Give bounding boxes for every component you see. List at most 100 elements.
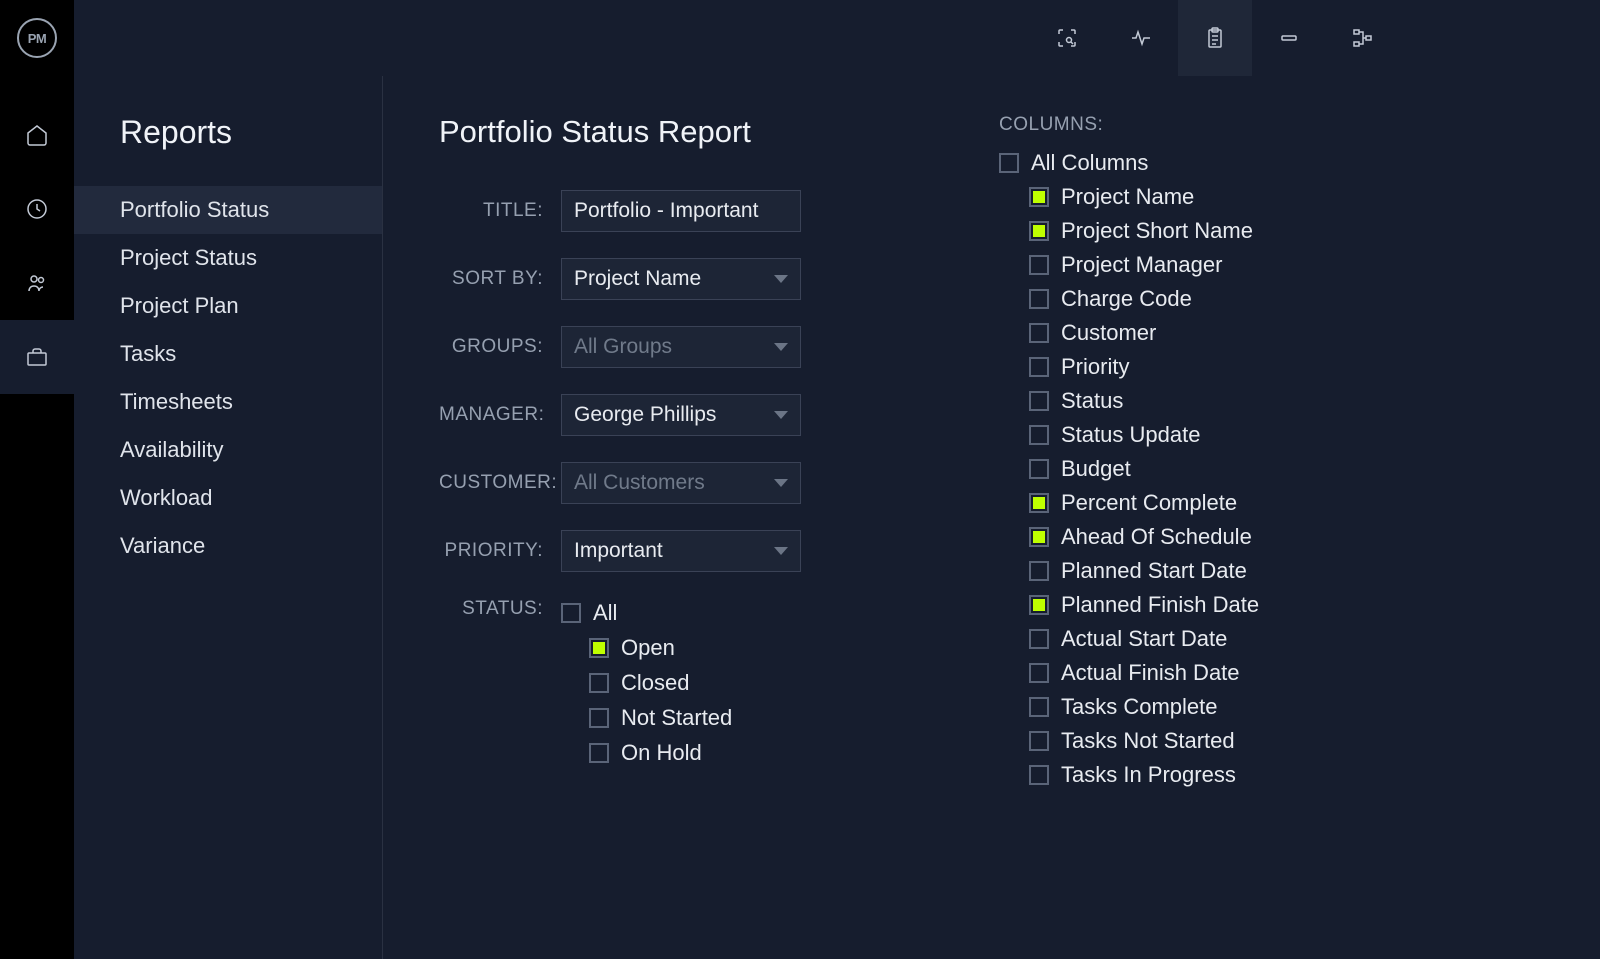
status-option-label: Closed [621,670,689,696]
checkbox[interactable] [589,673,609,693]
column-option[interactable]: Ahead Of Schedule [1029,524,1532,550]
column-option[interactable]: Project Name [1029,184,1532,210]
select-priority[interactable]: Important [561,530,801,572]
row-title: TITLE: [439,190,979,232]
report-item[interactable]: Variance [74,522,382,570]
column-option-label: Percent Complete [1061,490,1237,516]
status-option[interactable]: Open [589,635,732,661]
columns-area: COLUMNS: All Columns Project NameProject… [979,114,1544,921]
column-option[interactable]: Project Manager [1029,252,1532,278]
report-item[interactable]: Availability [74,426,382,474]
column-option[interactable]: Status Update [1029,422,1532,448]
column-option[interactable]: Project Short Name [1029,218,1532,244]
checkbox[interactable] [589,743,609,763]
checkbox[interactable] [1029,493,1049,513]
checkbox[interactable] [1029,391,1049,411]
select-manager-value: George Phillips [574,403,716,427]
report-item[interactable]: Project Status [74,234,382,282]
report-item[interactable]: Project Plan [74,282,382,330]
status-option[interactable]: Not Started [589,705,732,731]
column-option-label: Charge Code [1061,286,1192,312]
checkbox[interactable] [1029,595,1049,615]
checkbox[interactable] [1029,697,1049,717]
column-option-label: Ahead Of Schedule [1061,524,1252,550]
select-groups-value: All Groups [574,335,672,359]
report-item[interactable]: Tasks [74,330,382,378]
column-option-label: Customer [1061,320,1156,346]
column-option[interactable]: Priority [1029,354,1532,380]
checkbox[interactable] [1029,765,1049,785]
checkbox[interactable] [589,708,609,728]
checkbox[interactable] [1029,527,1049,547]
checkbox[interactable] [1029,425,1049,445]
column-option[interactable]: Customer [1029,320,1532,346]
checkbox[interactable] [1029,357,1049,377]
select-customer[interactable]: All Customers [561,462,801,504]
rail-briefcase[interactable] [0,320,74,394]
row-customer: CUSTOMER: All Customers [439,462,979,504]
status-option[interactable]: All [561,600,732,626]
checkbox[interactable] [589,638,609,658]
rail-time[interactable] [0,172,74,246]
column-all[interactable]: All Columns [999,150,1532,176]
select-manager[interactable]: George Phillips [561,394,801,436]
input-title[interactable] [561,190,801,232]
top-minus[interactable] [1252,0,1326,76]
column-option[interactable]: Budget [1029,456,1532,482]
clock-icon [25,197,49,221]
rail-home[interactable] [0,98,74,172]
checkbox[interactable] [1029,289,1049,309]
row-priority: PRIORITY: Important [439,530,979,572]
columns-list[interactable]: All Columns Project Name Project Short Na… [999,150,1544,796]
label-priority: PRIORITY: [439,540,561,562]
status-option[interactable]: On Hold [589,740,732,766]
label-status: STATUS: [439,598,561,620]
column-option[interactable]: Status [1029,388,1532,414]
select-groups[interactable]: All Groups [561,326,801,368]
column-option[interactable]: Actual Start Date [1029,626,1532,652]
top-activity[interactable] [1104,0,1178,76]
report-item[interactable]: Portfolio Status [74,186,382,234]
top-scan[interactable] [1030,0,1104,76]
row-groups: GROUPS: All Groups [439,326,979,368]
column-option[interactable]: Tasks In Progress [1029,762,1532,788]
select-sortby[interactable]: Project Name [561,258,801,300]
checkbox[interactable] [1029,561,1049,581]
report-item[interactable]: Timesheets [74,378,382,426]
checkbox[interactable] [1029,255,1049,275]
checkbox[interactable] [1029,663,1049,683]
users-icon [25,271,49,295]
status-option[interactable]: Closed [589,670,732,696]
checkbox[interactable] [1029,459,1049,479]
checkbox[interactable] [1029,221,1049,241]
scan-icon [1055,26,1079,50]
column-option[interactable]: Planned Finish Date [1029,592,1532,618]
checkbox[interactable] [561,603,581,623]
checkbox[interactable] [999,153,1019,173]
top-clipboard[interactable] [1178,0,1252,76]
column-option[interactable]: Tasks Not Started [1029,728,1532,754]
rail-users[interactable] [0,246,74,320]
column-option[interactable]: Tasks Complete [1029,694,1532,720]
column-option-label: Tasks Complete [1061,694,1218,720]
form-left: Portfolio Status Report TITLE: SORT BY: … [439,114,979,921]
top-flow[interactable] [1326,0,1400,76]
report-item[interactable]: Workload [74,474,382,522]
label-title: TITLE: [439,200,561,222]
column-option-label: Project Short Name [1061,218,1253,244]
checkbox[interactable] [1029,629,1049,649]
column-option-label: Tasks Not Started [1061,728,1235,754]
column-option[interactable]: Charge Code [1029,286,1532,312]
checkbox[interactable] [1029,187,1049,207]
column-option-label: Status [1061,388,1123,414]
column-option-label: Tasks In Progress [1061,762,1236,788]
column-option[interactable]: Percent Complete [1029,490,1532,516]
minus-icon [1277,26,1301,50]
status-option-label: All [593,600,617,626]
column-option[interactable]: Planned Start Date [1029,558,1532,584]
checkbox[interactable] [1029,731,1049,751]
select-priority-value: Important [574,539,663,563]
column-option[interactable]: Actual Finish Date [1029,660,1532,686]
chevron-down-icon [774,547,788,555]
checkbox[interactable] [1029,323,1049,343]
